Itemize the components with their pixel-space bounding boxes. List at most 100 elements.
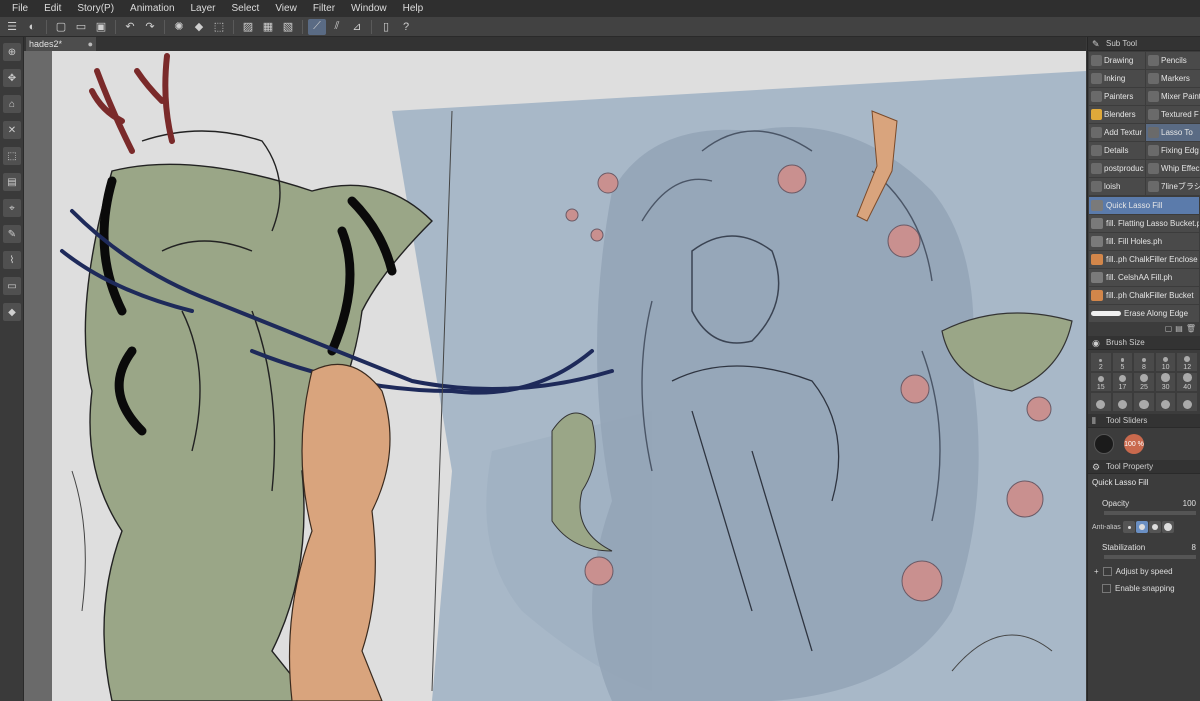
- subtool-group-15[interactable]: 7lineブラシ: [1146, 178, 1200, 195]
- subtool-copy-icon[interactable]: ▤: [1175, 324, 1183, 334]
- brush-size-preset[interactable]: 25: [1134, 373, 1154, 391]
- open-file-icon[interactable]: ▭: [72, 19, 90, 35]
- quick-access-icon[interactable]: ◐: [23, 19, 41, 35]
- pen-tool-icon[interactable]: ✎: [3, 225, 21, 243]
- brush-size-preset[interactable]: 8: [1134, 353, 1154, 371]
- crop-icon[interactable]: ▧: [279, 19, 297, 35]
- subtool-group-14[interactable]: loish: [1089, 178, 1145, 195]
- stabilization-slider[interactable]: [1104, 555, 1196, 559]
- device-icon[interactable]: ▯: [377, 19, 395, 35]
- subtool-group-3[interactable]: Markers: [1146, 70, 1200, 87]
- adjust-by-speed-row[interactable]: + Adjust by speed: [1088, 563, 1200, 580]
- enable-snapping-checkbox[interactable]: [1102, 584, 1111, 593]
- save-icon[interactable]: ▣: [92, 19, 110, 35]
- zoom-tool-icon[interactable]: ⊕: [3, 43, 21, 61]
- undo-icon[interactable]: ↶: [121, 19, 139, 35]
- brush-size-preset[interactable]: 10: [1155, 353, 1176, 371]
- menu-window[interactable]: Window: [343, 0, 395, 17]
- subtool-item[interactable]: fill. Flatting Lasso Bucket.ph: [1089, 215, 1199, 232]
- move-tool-icon[interactable]: ✥: [3, 69, 21, 87]
- brush-size-preset[interactable]: [1112, 393, 1133, 411]
- move-layer-tool-icon[interactable]: ✕: [3, 121, 21, 139]
- subtool-item[interactable]: Quick Lasso Fill: [1089, 197, 1199, 214]
- menu-story-p[interactable]: Story(P): [69, 0, 122, 17]
- brush-size-preset[interactable]: 30: [1155, 373, 1176, 391]
- antialias-none-button[interactable]: [1123, 521, 1135, 533]
- antialias-strong-button[interactable]: [1162, 521, 1174, 533]
- subtool-delete-icon[interactable]: 🗑: [1186, 324, 1196, 334]
- menu-select[interactable]: Select: [224, 0, 268, 17]
- menu-filter[interactable]: Filter: [305, 0, 343, 17]
- canvas[interactable]: [52, 51, 1086, 701]
- subtool-item[interactable]: fill..ph ChalkFiller Bucket: [1089, 287, 1199, 304]
- subtool-group-grid: Drawing Pencils Inking Markers Painters Mixer…: [1088, 51, 1200, 196]
- subtool-group-0[interactable]: Drawing: [1089, 52, 1145, 69]
- subtool-group-2[interactable]: Inking: [1089, 70, 1145, 87]
- opacity-slider-circle[interactable]: 100 %: [1124, 434, 1144, 454]
- opacity-value[interactable]: 100: [1183, 499, 1196, 508]
- antialias-medium-button[interactable]: [1149, 521, 1161, 533]
- subtool-group-9[interactable]: Lasso To: [1146, 124, 1200, 141]
- eyedropper-tool-icon[interactable]: ⌖: [3, 199, 21, 217]
- brush-size-slider-circle[interactable]: [1094, 434, 1114, 454]
- snap-special-ruler-icon[interactable]: ⫽: [328, 19, 346, 35]
- subtool-item[interactable]: fill..ph ChalkFiller Enclose: [1089, 251, 1199, 268]
- subtool-group-6[interactable]: Blenders: [1089, 106, 1145, 123]
- subtool-group-7[interactable]: Textured F: [1146, 106, 1200, 123]
- enable-snapping-row[interactable]: Enable snapping: [1088, 580, 1200, 597]
- subtool-group-1[interactable]: Pencils: [1146, 52, 1200, 69]
- subtool-group-4[interactable]: Painters: [1089, 88, 1145, 105]
- subtool-item[interactable]: fill. CelshAA Fill.ph: [1089, 269, 1199, 286]
- subtool-group-10[interactable]: Details: [1089, 142, 1145, 159]
- menu-view[interactable]: View: [267, 0, 305, 17]
- menu-help[interactable]: Help: [395, 0, 432, 17]
- eraser-tool-icon[interactable]: ▭: [3, 277, 21, 295]
- brush-size-preset[interactable]: 15: [1091, 373, 1111, 391]
- brush-size-preset[interactable]: 12: [1177, 353, 1197, 371]
- operation-tool-icon[interactable]: ⌂: [3, 95, 21, 113]
- expand-icon[interactable]: +: [1094, 567, 1099, 576]
- brush-size-preset[interactable]: [1091, 393, 1111, 411]
- help-icon[interactable]: ?: [397, 19, 415, 35]
- close-tab-icon[interactable]: ●: [88, 37, 93, 51]
- new-file-icon[interactable]: ▢: [52, 19, 70, 35]
- brush-tool-icon[interactable]: ⌇: [3, 251, 21, 269]
- opacity-slider[interactable]: [1104, 511, 1196, 515]
- menu-icon[interactable]: ☰: [3, 19, 21, 35]
- subtool-item[interactable]: fill. Fill Holes.ph: [1089, 233, 1199, 250]
- selection-tool-icon[interactable]: ⬚: [3, 147, 21, 165]
- transform-icon[interactable]: ⬚: [210, 19, 228, 35]
- redo-icon[interactable]: ↷: [141, 19, 159, 35]
- canvas-area[interactable]: [24, 51, 1086, 701]
- snap-grid-icon[interactable]: ⊿: [348, 19, 366, 35]
- fill-tool-icon[interactable]: ◆: [3, 303, 21, 321]
- fill-icon[interactable]: ◆: [190, 19, 208, 35]
- brush-size-preset[interactable]: 17: [1112, 373, 1133, 391]
- subtool-group-5[interactable]: Mixer Paint: [1146, 88, 1200, 105]
- menu-file[interactable]: File: [4, 0, 36, 17]
- subtool-item[interactable]: Erase Along Edge: [1089, 305, 1199, 322]
- subtool-group-11[interactable]: Fixing Edg: [1146, 142, 1200, 159]
- adjust-by-speed-checkbox[interactable]: [1102, 567, 1112, 576]
- hide-selection-icon[interactable]: ▦: [259, 19, 277, 35]
- loading-icon[interactable]: ✺: [170, 19, 188, 35]
- brush-size-preset[interactable]: 40: [1177, 373, 1197, 391]
- subtool-group-13[interactable]: Whip Effec: [1146, 160, 1200, 177]
- snap-ruler-icon[interactable]: ⟋: [308, 18, 326, 35]
- brush-size-preset[interactable]: 5: [1112, 353, 1133, 371]
- clear-icon[interactable]: ▨: [239, 19, 257, 35]
- brush-size-preset[interactable]: 2: [1091, 353, 1111, 371]
- brush-size-preset[interactable]: [1177, 393, 1197, 411]
- menu-edit[interactable]: Edit: [36, 0, 69, 17]
- antialias-weak-button[interactable]: [1136, 521, 1148, 533]
- subtool-add-icon[interactable]: ▢: [1165, 324, 1173, 334]
- auto-select-tool-icon[interactable]: ▤: [3, 173, 21, 191]
- subtool-group-12[interactable]: postproduc: [1089, 160, 1145, 177]
- stabilization-value[interactable]: 8: [1192, 543, 1196, 552]
- menu-layer[interactable]: Layer: [183, 0, 224, 17]
- menu-animation[interactable]: Animation: [122, 0, 182, 17]
- subtool-group-8[interactable]: Add Textur: [1089, 124, 1145, 141]
- brush-size-preset[interactable]: [1134, 393, 1154, 411]
- brush-size-preset[interactable]: [1155, 393, 1176, 411]
- document-tab[interactable]: hades2* ●: [26, 37, 96, 51]
